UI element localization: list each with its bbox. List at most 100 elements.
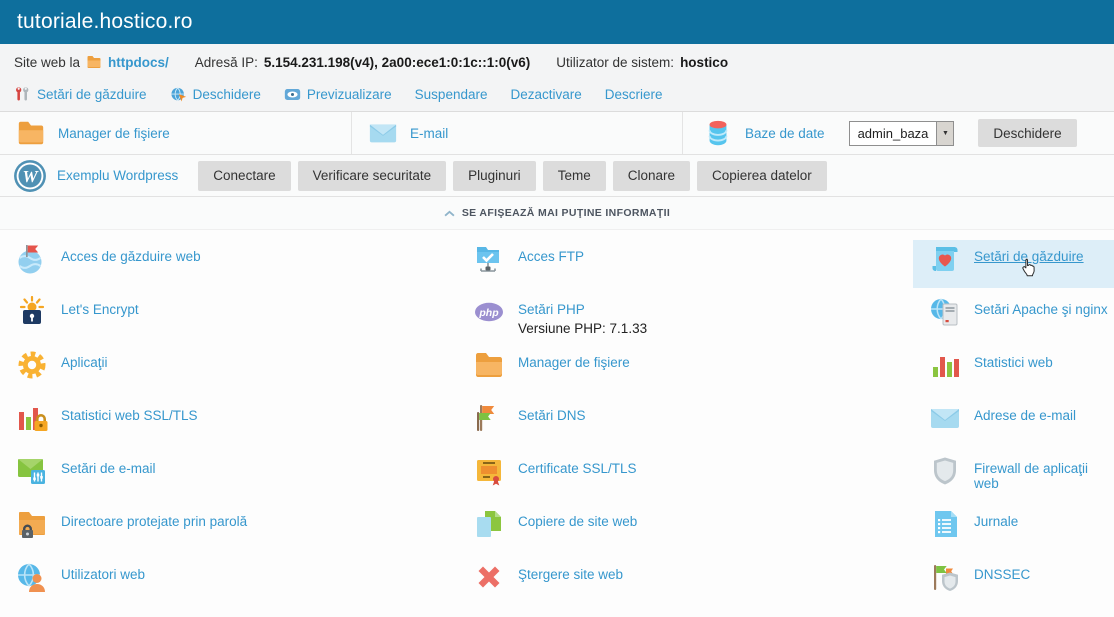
grid-item-certificate-ssl-tls[interactable]: Certificate SSL/TLS: [457, 452, 913, 505]
grid-item-aplica-ii[interactable]: Aplicaţii: [0, 346, 457, 399]
grid-item-link[interactable]: Setări de găzduire: [974, 249, 1084, 264]
journal-icon: [929, 508, 961, 540]
grid-item-link[interactable]: Let's Encrypt: [61, 302, 139, 317]
grid-item-set-ri-php[interactable]: php Setări PHP Versiune PHP: 7.1.33: [457, 293, 913, 346]
grid-item-link[interactable]: Aplicaţii: [61, 355, 108, 370]
grid-item-link[interactable]: Directoare protejate prin parolă: [61, 514, 247, 529]
globe-arrow-icon: [170, 86, 187, 103]
grid-item-link[interactable]: Adrese de e-mail: [974, 408, 1076, 423]
grid-item-link[interactable]: Statistici web SSL/TLS: [61, 408, 198, 423]
grid-item-firewall-de-aplica-ii-web[interactable]: Firewall de aplicaţii web: [913, 452, 1114, 505]
grid-item-link[interactable]: Ştergere site web: [518, 567, 623, 582]
wp-button-verificare-securitate[interactable]: Verificare securitate: [298, 161, 447, 191]
wp-button-pluginuri[interactable]: Pluginuri: [453, 161, 536, 191]
email-envelope-icon: [368, 118, 398, 148]
certificate-icon: [473, 455, 505, 487]
database-select[interactable]: admin_baza ▼: [849, 121, 955, 146]
globe-flag-icon: [16, 243, 48, 275]
folder-lock-icon: [16, 508, 48, 540]
action-previzualizare[interactable]: Previzualizare: [284, 82, 392, 106]
action-dezactivare[interactable]: Dezactivare: [510, 82, 581, 106]
grid-item-adrese-de-e-mail[interactable]: Adrese de e-mail: [913, 399, 1114, 452]
grid-item-text: Adrese de e-mail: [974, 402, 1076, 423]
file-manager-tool[interactable]: Manager de fişiere: [0, 112, 352, 154]
grid-item-text: Setări PHP Versiune PHP: 7.1.33: [518, 296, 647, 336]
grid-item-text: Statistici web SSL/TLS: [61, 402, 198, 423]
grid-item-link[interactable]: Jurnale: [974, 514, 1018, 529]
grid-item-set-ri-de-g-zduire[interactable]: Setări de găzduire: [913, 240, 1114, 288]
grid-item-let-s-encrypt[interactable]: Let's Encrypt: [0, 293, 457, 346]
grid-item-text: Manager de fişiere: [518, 349, 630, 370]
grid-item-statistici-web[interactable]: Statistici web: [913, 346, 1114, 399]
grid-item-link[interactable]: Statistici web: [974, 355, 1053, 370]
action-suspendare[interactable]: Suspendare: [415, 82, 488, 106]
wp-button-clonare[interactable]: Clonare: [613, 161, 690, 191]
grid-item-link[interactable]: Acces de găzduire web: [61, 249, 201, 264]
httpdocs-link[interactable]: httpdocs/: [108, 55, 169, 70]
file-manager-folder-icon: [16, 118, 46, 148]
databases-link[interactable]: Baze de date: [745, 126, 825, 141]
site-webroot-group: Site web la httpdocs/: [14, 54, 169, 70]
grid-item-dnssec[interactable]: DNSSEC: [913, 558, 1114, 611]
wp-button-copierea-datelor[interactable]: Copierea datelor: [697, 161, 827, 191]
grid-item-manager-de-fi-iere[interactable]: Manager de fişiere: [457, 346, 913, 399]
grid-item-link[interactable]: Firewall de aplicaţii web: [974, 461, 1088, 491]
grid-item-link[interactable]: Setări DNS: [518, 408, 586, 423]
grid-item-jurnale[interactable]: Jurnale: [913, 505, 1114, 558]
grid-item-text: Acces FTP: [518, 243, 584, 264]
grid-item-link[interactable]: Manager de fişiere: [518, 355, 630, 370]
database-open-button[interactable]: Deschidere: [978, 119, 1076, 147]
grid-item-link[interactable]: Setări PHP: [518, 302, 585, 317]
grid-item-link[interactable]: DNSSEC: [974, 567, 1030, 582]
grid-item--tergere-site-web[interactable]: Ştergere site web: [457, 558, 913, 611]
grid-item-link[interactable]: Setări de e-mail: [61, 461, 156, 476]
system-user-value: hostico: [680, 55, 728, 70]
grid-item-text: Let's Encrypt: [61, 296, 139, 317]
grid-item-link[interactable]: Certificate SSL/TLS: [518, 461, 637, 476]
svg-text:W: W: [22, 166, 39, 185]
copy-docs-icon: [473, 508, 505, 540]
show-less-toggle[interactable]: SE AFIŞEAZĂ MAI PUŢINE INFORMAŢII: [0, 197, 1114, 230]
site-label: Site web la: [14, 55, 80, 70]
grid-item-link[interactable]: Utilizatori web: [61, 567, 145, 582]
grid-item-set-ri-dns[interactable]: Setări DNS: [457, 399, 913, 452]
grid-item-copiere-de-site-web[interactable]: Copiere de site web: [457, 505, 913, 558]
svg-text:php: php: [478, 307, 499, 319]
grid-item-link[interactable]: Setări Apache şi nginx: [974, 302, 1108, 317]
email-tool[interactable]: E-mail: [352, 112, 683, 154]
action-label: Dezactivare: [510, 87, 581, 102]
shield-icon: [929, 455, 961, 487]
grid-item-text: Statistici web: [974, 349, 1053, 370]
grid-item-text: Setări de găzduire: [974, 243, 1084, 264]
globe-user-icon: [16, 561, 48, 593]
grid-item-directoare-protejate-prin-parol-[interactable]: Directoare protejate prin parolă: [0, 505, 457, 558]
grid-item-text: Directoare protejate prin parolă: [61, 508, 247, 529]
wp-button-conectare[interactable]: Conectare: [198, 161, 290, 191]
grid-item-text: DNSSEC: [974, 561, 1030, 582]
select-dropdown-arrow-icon[interactable]: ▼: [936, 122, 953, 145]
globe-server-icon: [929, 296, 961, 328]
wordpress-instance-link[interactable]: Exemplu Wordpress: [57, 168, 178, 183]
grid-item-subtext: Versiune PHP: 7.1.33: [518, 321, 647, 336]
action-descriere[interactable]: Descriere: [605, 82, 663, 106]
grid-item-set-ri-de-e-mail[interactable]: Setări de e-mail: [0, 452, 457, 505]
action-label: Deschidere: [193, 87, 261, 102]
grid-item-set-ri-apache-i-nginx[interactable]: Setări Apache şi nginx: [913, 293, 1114, 346]
mail-settings-icon: [16, 455, 48, 487]
email-link[interactable]: E-mail: [410, 126, 448, 141]
wp-button-teme[interactable]: Teme: [543, 161, 606, 191]
file-manager-link[interactable]: Manager de fişiere: [58, 126, 170, 141]
grid-item-text: Certificate SSL/TLS: [518, 455, 637, 476]
grid-item-utilizatori-web[interactable]: Utilizatori web: [0, 558, 457, 611]
grid-item-acces-ftp[interactable]: Acces FTP: [457, 240, 913, 293]
grid-item-acces-de-g-zduire-web[interactable]: Acces de găzduire web: [0, 240, 457, 293]
grid-item-statistici-web-ssl-tls[interactable]: Statistici web SSL/TLS: [0, 399, 457, 452]
grid-item-text: Utilizatori web: [61, 561, 145, 582]
flags-icon: [473, 402, 505, 434]
action-deschidere[interactable]: Deschidere: [170, 82, 261, 106]
grid-item-link[interactable]: Copiere de site web: [518, 514, 637, 529]
action-set-ri-de-g-zduire[interactable]: Setări de găzduire: [14, 82, 147, 106]
grid-item-link[interactable]: Acces FTP: [518, 249, 584, 264]
database-select-value: admin_baza: [850, 122, 937, 145]
grid-item-text: Setări de e-mail: [61, 455, 156, 476]
